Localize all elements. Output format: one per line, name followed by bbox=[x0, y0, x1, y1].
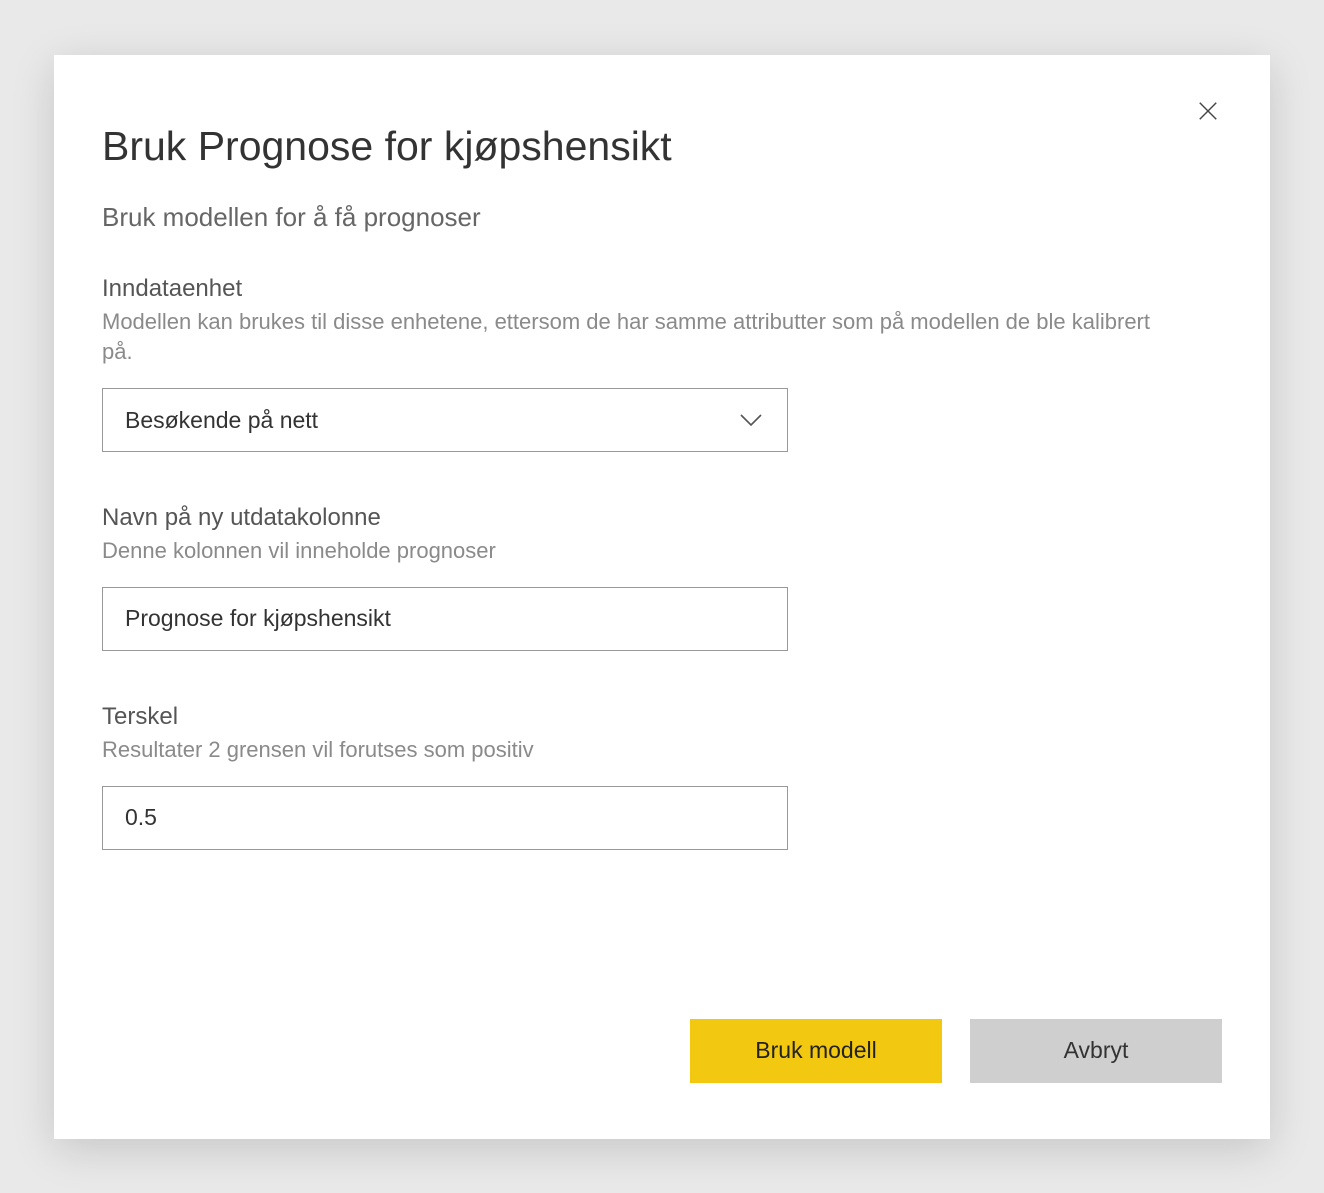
threshold-help: Resultater 2 grensen vil forutses som po… bbox=[102, 735, 1152, 766]
close-icon bbox=[1197, 100, 1219, 122]
input-entity-select[interactable]: Besøkende på nett bbox=[102, 388, 788, 452]
dialog-title: Bruk Prognose for kjøpshensikt bbox=[102, 123, 1222, 170]
output-column-help: Denne kolonnen vil inneholde prognoser bbox=[102, 536, 1152, 567]
threshold-label: Terskel bbox=[102, 703, 1222, 731]
cancel-button[interactable]: Avbryt bbox=[970, 1019, 1222, 1083]
output-column-group: Navn på ny utdatakolonne Denne kolonnen … bbox=[102, 504, 1222, 651]
output-column-label: Navn på ny utdatakolonne bbox=[102, 504, 1222, 532]
input-entity-help: Modellen kan brukes til disse enhetene, … bbox=[102, 307, 1152, 369]
output-column-input[interactable] bbox=[102, 587, 788, 651]
threshold-input[interactable] bbox=[102, 786, 788, 850]
apply-model-button[interactable]: Bruk modell bbox=[690, 1019, 942, 1083]
close-button[interactable] bbox=[1194, 97, 1222, 125]
apply-model-dialog: Bruk Prognose for kjøpshensikt Bruk mode… bbox=[54, 55, 1270, 1139]
input-entity-selected-value: Besøkende på nett bbox=[125, 407, 318, 434]
dialog-footer: Bruk modell Avbryt bbox=[690, 1019, 1222, 1083]
input-entity-group: Inndataenhet Modellen kan brukes til dis… bbox=[102, 275, 1222, 453]
input-entity-label: Inndataenhet bbox=[102, 275, 1222, 303]
dialog-subtitle: Bruk modellen for å få prognoser bbox=[102, 202, 1222, 233]
chevron-down-icon bbox=[737, 406, 765, 434]
threshold-group: Terskel Resultater 2 grensen vil forutse… bbox=[102, 703, 1222, 850]
